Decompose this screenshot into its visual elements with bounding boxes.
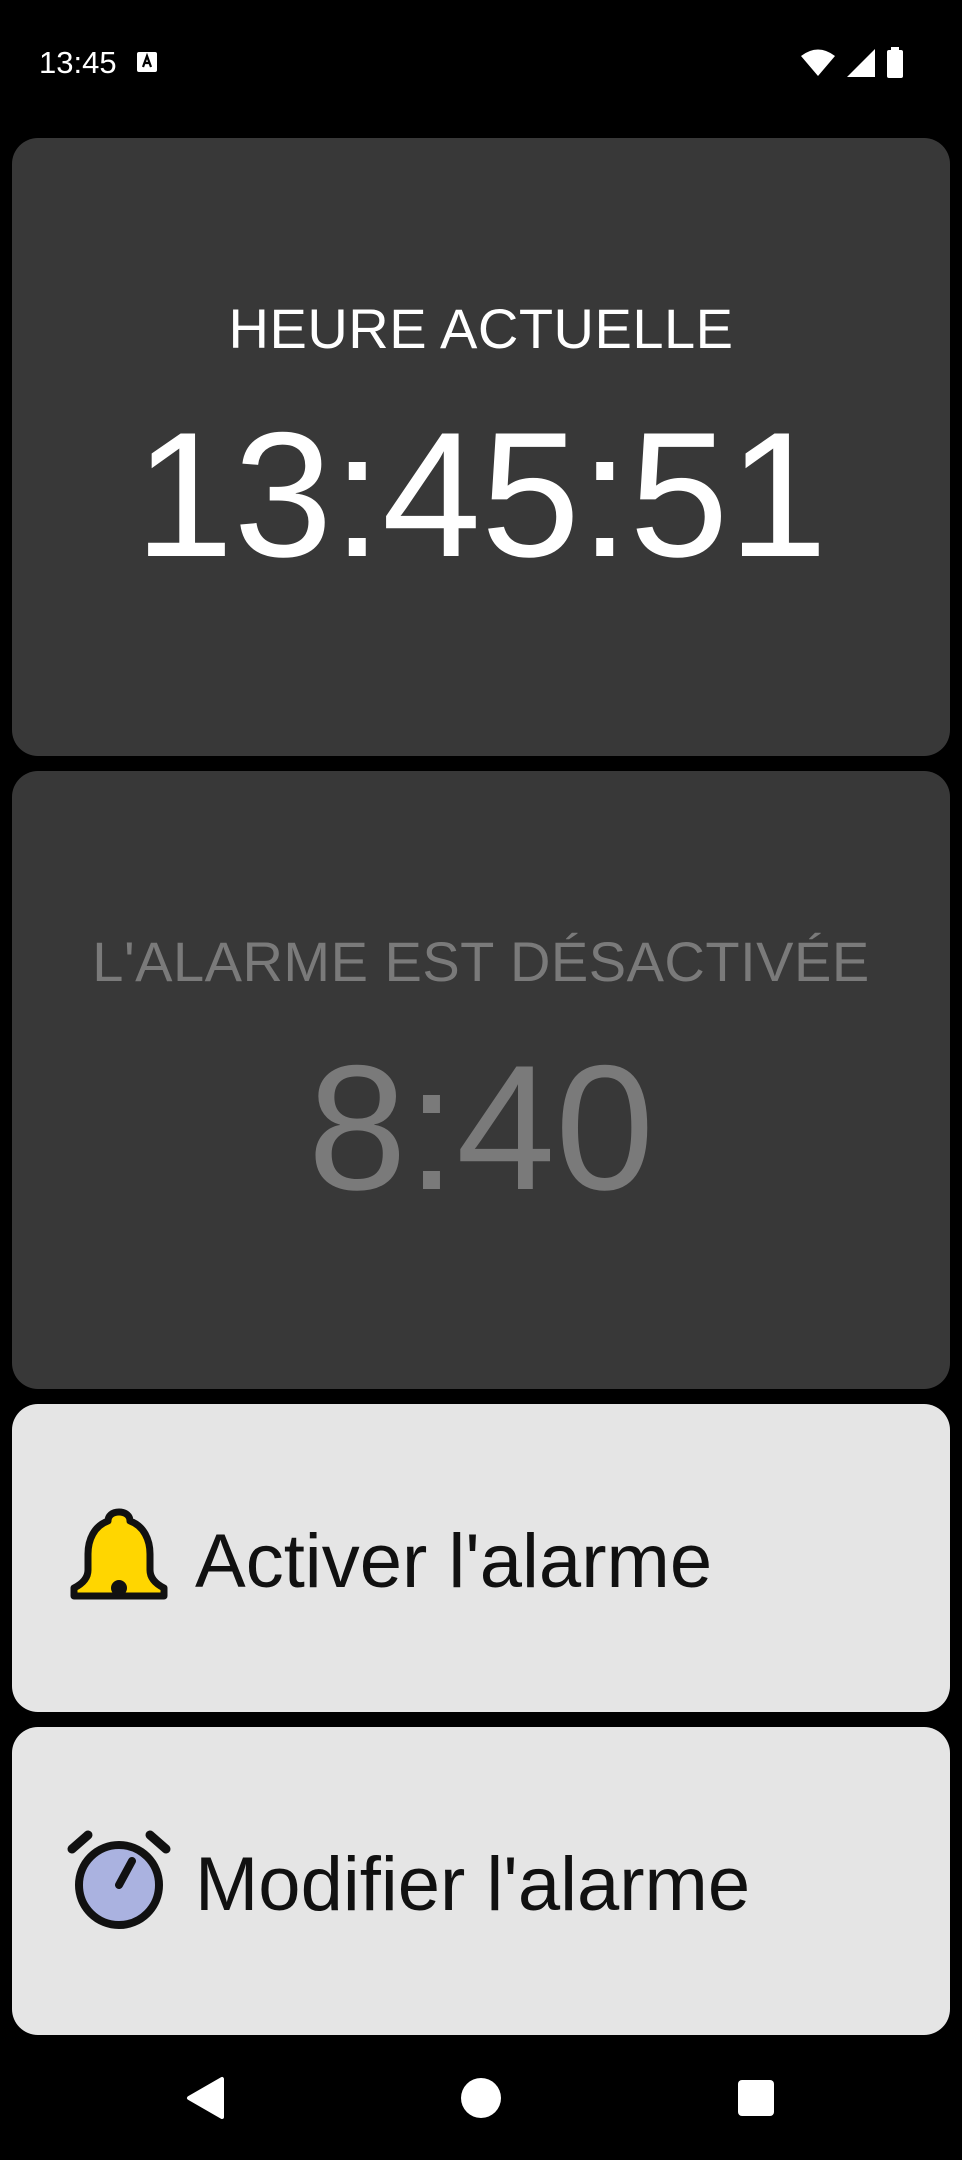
modify-alarm-button[interactable]: Modifier l'alarme [12, 1727, 950, 2035]
back-triangle-icon [187, 2077, 224, 2119]
navigation-bar [0, 2035, 962, 2160]
battery-icon [887, 47, 903, 78]
activate-alarm-button[interactable]: Activer l'alarme [12, 1404, 950, 1712]
modify-alarm-label: Modifier l'alarme [195, 1842, 751, 1927]
home-circle-icon [461, 2078, 501, 2118]
recents-button[interactable] [731, 2073, 781, 2123]
recents-square-icon [738, 2080, 774, 2116]
keyboard-notification-icon [137, 52, 157, 72]
cell-signal-icon [847, 49, 875, 77]
alarm-time-value: 8:40 [307, 1028, 655, 1227]
current-time-label: HEURE ACTUELLE [228, 297, 734, 360]
current-time-card: HEURE ACTUELLE 13:45:51 [12, 138, 950, 756]
status-bar: 13:45 [0, 0, 962, 130]
home-button[interactable] [456, 2073, 506, 2123]
wifi-icon [801, 49, 835, 76]
back-button[interactable] [180, 2073, 230, 2123]
alarm-status-card: L'ALARME EST DÉSACTIVÉE 8:40 [12, 771, 950, 1389]
status-icons [800, 45, 904, 81]
current-time-value: 13:45:51 [134, 395, 828, 594]
alarm-status-label: L'ALARME EST DÉSACTIVÉE [92, 930, 870, 993]
alarm-clock-icon [67, 1830, 171, 1929]
activate-alarm-label: Activer l'alarme [195, 1519, 713, 1604]
status-time: 13:45 [39, 45, 117, 80]
bell-icon [70, 1508, 168, 1600]
